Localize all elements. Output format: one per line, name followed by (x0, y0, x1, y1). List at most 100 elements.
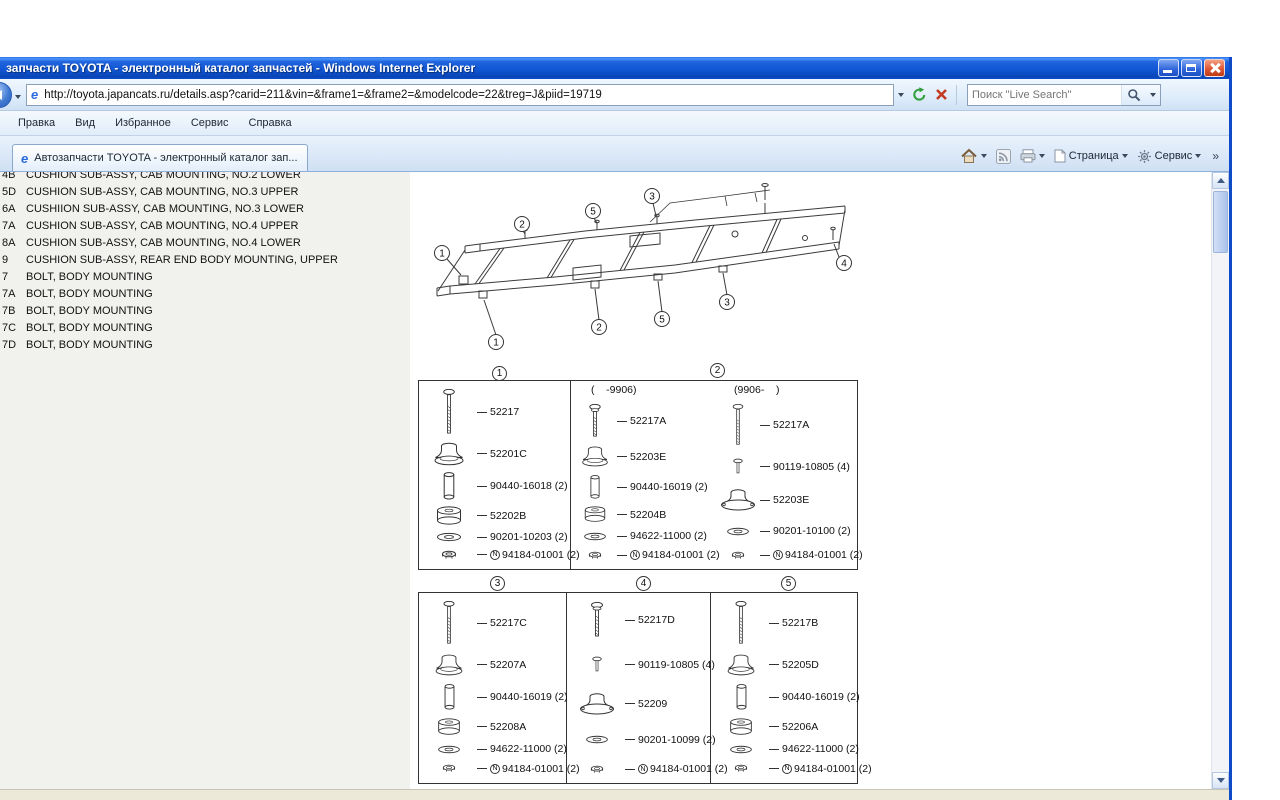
panel-callout-1[interactable]: 1 (492, 366, 507, 381)
leader-line (617, 514, 627, 515)
stop-button[interactable] (931, 83, 952, 107)
page-menu-button[interactable]: Страница (1054, 149, 1128, 163)
parts-list-row[interactable]: 7DBOLT, BODY MOUNTING (2, 337, 410, 354)
part-number: 94184-01001 (2) (502, 549, 580, 561)
leader-line (769, 697, 779, 698)
panel-2: ( -9906) (9906- ) 52217A (571, 381, 857, 569)
url-input[interactable] (42, 88, 889, 102)
cushion-glyph (435, 718, 463, 736)
svg-text:1: 1 (439, 249, 445, 260)
leader-line (477, 537, 487, 538)
feeds-button[interactable] (996, 149, 1011, 164)
part-item: 94622-11000 (2) (421, 743, 564, 755)
nut-marker: N (490, 550, 500, 560)
part-code: 9 (2, 252, 26, 269)
back-button[interactable] (0, 82, 12, 108)
chevron-down-icon (15, 95, 21, 99)
panel-callout-2[interactable]: 2 (710, 363, 725, 378)
chassis-diagram: 1 2 5 3 4 (425, 176, 865, 372)
parts-list: 4BCUSHION SUB-ASSY, CAB MOUNTING, NO.2 L… (0, 172, 410, 789)
panel-2-early-column: 52217A 52203E (571, 396, 714, 569)
leader-line (769, 726, 779, 727)
parts-list-row[interactable]: 7BBOLT, BODY MOUNTING (2, 303, 410, 320)
chassis-callout[interactable]: 5 (655, 312, 670, 327)
leader-line (477, 749, 487, 750)
parts-list-row[interactable]: 5DCUSHION SUB-ASSY, CAB MOUNTING, NO.3 U… (2, 184, 410, 201)
tab-bar: e Автозапчасти TOYOTA - электронный ката… (0, 136, 1229, 172)
arrow-down-icon (1217, 778, 1225, 783)
cushion-glyph (434, 506, 464, 526)
menu-item-favorites[interactable]: Избранное (105, 114, 181, 132)
home-button[interactable] (960, 148, 987, 164)
parts-list-row[interactable]: 7ACUSHION SUB-ASSY, CAB MOUNTING, NO.4 U… (2, 218, 410, 235)
part-item: 90440-16019 (2) (573, 475, 712, 499)
part-number: 52203E (630, 451, 666, 463)
scroll-down-button[interactable] (1212, 772, 1229, 789)
tools-menu-button[interactable]: Сервис (1137, 149, 1202, 164)
menu-item-view[interactable]: Вид (65, 114, 105, 132)
part-number: 94184-01001 (2) (794, 763, 872, 775)
mount-cushion-glyph (577, 691, 617, 717)
close-button[interactable] (1204, 59, 1225, 77)
part-item: 90440-16019 (2) (713, 684, 855, 710)
panel-callout-4[interactable]: 4 (636, 576, 651, 591)
panel-callout-5[interactable]: 5 (781, 576, 796, 591)
part-item: 90440-16019 (2) (421, 684, 564, 710)
part-name: CUSHION SUB-ASSY, CAB MOUNTING, NO.2 LOW… (26, 172, 301, 184)
title-bar: запчасти TOYOTA - электронный каталог за… (0, 57, 1229, 79)
print-button[interactable] (1020, 149, 1045, 163)
part-number: 52217 (490, 406, 519, 418)
address-dropdown[interactable] (894, 83, 908, 107)
part-number: 90201-10099 (2) (638, 734, 716, 746)
chassis-callout[interactable]: 5 (586, 204, 601, 219)
menu-item-edit[interactable]: Правка (8, 114, 65, 132)
parts-list-row[interactable]: 6ACUSHIION SUB-ASSY, CAB MOUNTING, NO.3 … (2, 201, 410, 218)
part-name: CUSHIION SUB-ASSY, CAB MOUNTING, NO.3 LO… (26, 201, 304, 218)
part-name: BOLT, BODY MOUNTING (26, 286, 153, 303)
parts-list-row[interactable]: 7BOLT, BODY MOUNTING (2, 269, 410, 286)
tab-active[interactable]: e Автозапчасти TOYOTA - электронный ката… (12, 144, 308, 171)
nav-history-dropdown[interactable] (15, 86, 21, 104)
chassis-callout[interactable]: 3 (645, 189, 660, 204)
search-button[interactable] (1121, 85, 1146, 105)
parts-list-row[interactable]: 8ACUSHION SUB-ASSY, CAB MOUNTING, NO.4 L… (2, 235, 410, 252)
search-input[interactable] (968, 89, 1121, 101)
parts-list-row[interactable]: 7CBOLT, BODY MOUNTING (2, 320, 410, 337)
parts-list-row[interactable]: 7ABOLT, BODY MOUNTING (2, 286, 410, 303)
parts-list-row[interactable]: 4BCUSHION SUB-ASSY, CAB MOUNTING, NO.2 L… (2, 172, 410, 184)
search-options-dropdown[interactable] (1146, 85, 1160, 105)
tab-title: Автозапчасти TOYOTA - электронный катало… (34, 152, 297, 164)
leader-line (760, 531, 770, 532)
chassis-callout[interactable]: 2 (515, 217, 530, 232)
toolbar-overflow-chevron[interactable]: » (1210, 149, 1221, 163)
chassis-callout[interactable]: 3 (720, 295, 735, 310)
bolt-glyph (589, 601, 605, 639)
search-icon (1127, 88, 1141, 102)
chassis-callout[interactable]: 4 (837, 256, 852, 271)
menu-item-tools[interactable]: Сервис (181, 114, 239, 132)
menu-item-help[interactable]: Справка (239, 114, 302, 132)
minimize-button[interactable] (1158, 59, 1179, 77)
scroll-up-button[interactable] (1212, 172, 1229, 189)
vertical-scrollbar[interactable] (1211, 172, 1229, 789)
parts-list-row[interactable]: 9CUSHION SUB-ASSY, REAR END BODY MOUNTIN… (2, 252, 410, 269)
panel-callout-3[interactable]: 3 (490, 576, 505, 591)
chassis-callout[interactable]: 1 (435, 246, 450, 261)
scrollbar-thumb[interactable] (1213, 191, 1228, 253)
search-box (967, 84, 1161, 106)
address-bar[interactable]: e (26, 84, 894, 106)
chassis-callout[interactable]: 1 (489, 335, 504, 350)
refresh-button[interactable] (908, 83, 931, 107)
chassis-callout[interactable]: 2 (592, 320, 607, 335)
part-code: 7D (2, 337, 26, 354)
part-item: 52206A (713, 718, 855, 736)
part-code: 5D (2, 184, 26, 201)
chevron-down-icon (1195, 154, 1201, 158)
part-code: 7C (2, 320, 26, 337)
maximize-button[interactable] (1181, 59, 1202, 77)
nut-marker: N (490, 764, 500, 774)
part-item: 52201C (421, 441, 568, 467)
part-number: 90119-10805 (4) (638, 659, 715, 671)
menu-bar: Правка Вид Избранное Сервис Справка (0, 111, 1229, 136)
part-item: 52202B (421, 506, 568, 526)
